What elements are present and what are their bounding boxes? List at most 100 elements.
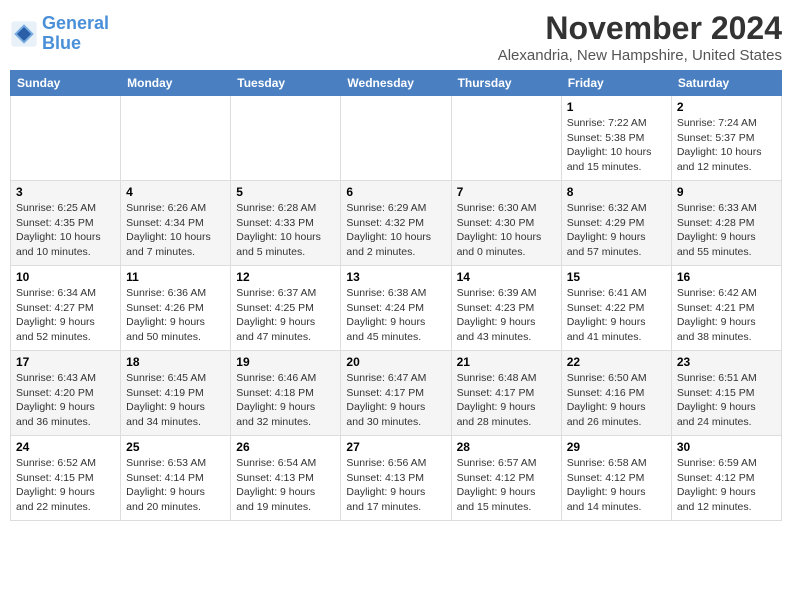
- day-info: Sunrise: 6:47 AM Sunset: 4:17 PM Dayligh…: [346, 371, 445, 430]
- calendar-cell: 1Sunrise: 7:22 AM Sunset: 5:38 PM Daylig…: [561, 96, 671, 181]
- day-number: 13: [346, 270, 445, 284]
- day-info: Sunrise: 6:53 AM Sunset: 4:14 PM Dayligh…: [126, 456, 225, 515]
- day-number: 29: [567, 440, 666, 454]
- calendar-week-row: 1Sunrise: 7:22 AM Sunset: 5:38 PM Daylig…: [11, 96, 782, 181]
- day-info: Sunrise: 6:28 AM Sunset: 4:33 PM Dayligh…: [236, 201, 335, 260]
- calendar-cell: 11 Sunrise: 6:36 AM Sunset: 4:26 PM Dayli…: [121, 266, 231, 351]
- calendar-cell: 25 Sunrise: 6:53 AM Sunset: 4:14 PM Dayli…: [121, 436, 231, 521]
- logo: General Blue: [10, 14, 109, 54]
- calendar-cell: 19Sunrise: 6:46 AM Sunset: 4:18 PM Dayli…: [231, 351, 341, 436]
- calendar-cell: 20 Sunrise: 6:47 AM Sunset: 4:17 PM Dayli…: [341, 351, 451, 436]
- day-number: 10: [16, 270, 115, 284]
- day-number: 24: [16, 440, 115, 454]
- calendar-week-row: 17 Sunrise: 6:43 AM Sunset: 4:20 PM Dayli…: [11, 351, 782, 436]
- month-title: November 2024: [498, 10, 782, 47]
- day-info: Sunrise: 6:39 AM Sunset: 4:23 PM Dayligh…: [457, 286, 556, 345]
- day-info: Sunrise: 7:24 AM Sunset: 5:37 PM Dayligh…: [677, 116, 776, 175]
- day-number: 16: [677, 270, 776, 284]
- weekday-header-cell: Thursday: [451, 71, 561, 96]
- day-number: 3: [16, 185, 115, 199]
- weekday-header-cell: Tuesday: [231, 71, 341, 96]
- day-info: Sunrise: 6:57 AM Sunset: 4:12 PM Dayligh…: [457, 456, 556, 515]
- day-info: Sunrise: 6:32 AM Sunset: 4:29 PM Dayligh…: [567, 201, 666, 260]
- day-info: Sunrise: 6:52 AM Sunset: 4:15 PM Dayligh…: [16, 456, 115, 515]
- calendar-cell: 28 Sunrise: 6:57 AM Sunset: 4:12 PM Dayli…: [451, 436, 561, 521]
- day-number: 21: [457, 355, 556, 369]
- day-info: Sunrise: 6:48 AM Sunset: 4:17 PM Dayligh…: [457, 371, 556, 430]
- logo-text: General Blue: [42, 14, 109, 54]
- calendar-cell: 29 Sunrise: 6:58 AM Sunset: 4:12 PM Dayli…: [561, 436, 671, 521]
- day-number: 25: [126, 440, 225, 454]
- day-number: 7: [457, 185, 556, 199]
- calendar-table: SundayMondayTuesdayWednesdayThursdayFrid…: [10, 70, 782, 521]
- calendar-cell: 9 Sunrise: 6:33 AM Sunset: 4:28 PM Daylig…: [671, 181, 781, 266]
- calendar-body: 1Sunrise: 7:22 AM Sunset: 5:38 PM Daylig…: [11, 96, 782, 521]
- calendar-cell: 14 Sunrise: 6:39 AM Sunset: 4:23 PM Dayli…: [451, 266, 561, 351]
- day-info: Sunrise: 6:56 AM Sunset: 4:13 PM Dayligh…: [346, 456, 445, 515]
- calendar-cell: 22 Sunrise: 6:50 AM Sunset: 4:16 PM Dayli…: [561, 351, 671, 436]
- day-info: Sunrise: 6:37 AM Sunset: 4:25 PM Dayligh…: [236, 286, 335, 345]
- calendar-cell: [11, 96, 121, 181]
- calendar-cell: [121, 96, 231, 181]
- day-number: 11: [126, 270, 225, 284]
- calendar-cell: 12 Sunrise: 6:37 AM Sunset: 4:25 PM Dayli…: [231, 266, 341, 351]
- day-number: 12: [236, 270, 335, 284]
- calendar-week-row: 3 Sunrise: 6:25 AM Sunset: 4:35 PM Daylig…: [11, 181, 782, 266]
- calendar-cell: 5 Sunrise: 6:28 AM Sunset: 4:33 PM Daylig…: [231, 181, 341, 266]
- day-number: 5: [236, 185, 335, 199]
- day-number: 28: [457, 440, 556, 454]
- day-number: 30: [677, 440, 776, 454]
- day-info: Sunrise: 6:42 AM Sunset: 4:21 PM Dayligh…: [677, 286, 776, 345]
- calendar-cell: 16 Sunrise: 6:42 AM Sunset: 4:21 PM Dayli…: [671, 266, 781, 351]
- day-info: Sunrise: 6:45 AM Sunset: 4:19 PM Dayligh…: [126, 371, 225, 430]
- day-number: 27: [346, 440, 445, 454]
- day-number: 4: [126, 185, 225, 199]
- calendar-cell: 15 Sunrise: 6:41 AM Sunset: 4:22 PM Dayli…: [561, 266, 671, 351]
- calendar-cell: 18 Sunrise: 6:45 AM Sunset: 4:19 PM Dayli…: [121, 351, 231, 436]
- calendar-cell: 10 Sunrise: 6:34 AM Sunset: 4:27 PM Dayli…: [11, 266, 121, 351]
- day-number: 14: [457, 270, 556, 284]
- calendar-week-row: 24 Sunrise: 6:52 AM Sunset: 4:15 PM Dayli…: [11, 436, 782, 521]
- day-info: Sunrise: 6:51 AM Sunset: 4:15 PM Dayligh…: [677, 371, 776, 430]
- day-info: Sunrise: 6:34 AM Sunset: 4:27 PM Dayligh…: [16, 286, 115, 345]
- calendar-cell: 6Sunrise: 6:29 AM Sunset: 4:32 PM Daylig…: [341, 181, 451, 266]
- location-title: Alexandria, New Hampshire, United States: [498, 47, 782, 64]
- day-number: 17: [16, 355, 115, 369]
- weekday-header-cell: Saturday: [671, 71, 781, 96]
- day-info: Sunrise: 6:46 AM Sunset: 4:18 PM Dayligh…: [236, 371, 335, 430]
- day-info: Sunrise: 6:54 AM Sunset: 4:13 PM Dayligh…: [236, 456, 335, 515]
- day-info: Sunrise: 6:33 AM Sunset: 4:28 PM Dayligh…: [677, 201, 776, 260]
- calendar-cell: 17 Sunrise: 6:43 AM Sunset: 4:20 PM Dayli…: [11, 351, 121, 436]
- weekday-header-cell: Friday: [561, 71, 671, 96]
- calendar-cell: 26 Sunrise: 6:54 AM Sunset: 4:13 PM Dayli…: [231, 436, 341, 521]
- calendar-cell: 27 Sunrise: 6:56 AM Sunset: 4:13 PM Dayli…: [341, 436, 451, 521]
- day-info: Sunrise: 6:38 AM Sunset: 4:24 PM Dayligh…: [346, 286, 445, 345]
- day-info: Sunrise: 6:30 AM Sunset: 4:30 PM Dayligh…: [457, 201, 556, 260]
- calendar-cell: [451, 96, 561, 181]
- day-number: 26: [236, 440, 335, 454]
- day-info: Sunrise: 6:50 AM Sunset: 4:16 PM Dayligh…: [567, 371, 666, 430]
- day-info: Sunrise: 6:43 AM Sunset: 4:20 PM Dayligh…: [16, 371, 115, 430]
- calendar-cell: 2 Sunrise: 7:24 AM Sunset: 5:37 PM Daylig…: [671, 96, 781, 181]
- day-number: 1: [567, 100, 666, 114]
- day-number: 20: [346, 355, 445, 369]
- day-number: 2: [677, 100, 776, 114]
- header: General Blue November 2024 Alexandria, N…: [10, 10, 782, 64]
- day-number: 18: [126, 355, 225, 369]
- day-info: Sunrise: 6:36 AM Sunset: 4:26 PM Dayligh…: [126, 286, 225, 345]
- day-info: Sunrise: 6:58 AM Sunset: 4:12 PM Dayligh…: [567, 456, 666, 515]
- calendar-week-row: 10 Sunrise: 6:34 AM Sunset: 4:27 PM Dayli…: [11, 266, 782, 351]
- logo-icon: [10, 20, 38, 48]
- day-number: 9: [677, 185, 776, 199]
- calendar-cell: 30Sunrise: 6:59 AM Sunset: 4:12 PM Dayli…: [671, 436, 781, 521]
- day-info: Sunrise: 6:29 AM Sunset: 4:32 PM Dayligh…: [346, 201, 445, 260]
- calendar-cell: 23Sunrise: 6:51 AM Sunset: 4:15 PM Dayli…: [671, 351, 781, 436]
- day-number: 15: [567, 270, 666, 284]
- day-number: 22: [567, 355, 666, 369]
- day-info: Sunrise: 6:41 AM Sunset: 4:22 PM Dayligh…: [567, 286, 666, 345]
- day-number: 8: [567, 185, 666, 199]
- calendar-cell: 13 Sunrise: 6:38 AM Sunset: 4:24 PM Dayli…: [341, 266, 451, 351]
- day-info: Sunrise: 6:25 AM Sunset: 4:35 PM Dayligh…: [16, 201, 115, 260]
- weekday-header-cell: Monday: [121, 71, 231, 96]
- calendar-cell: [231, 96, 341, 181]
